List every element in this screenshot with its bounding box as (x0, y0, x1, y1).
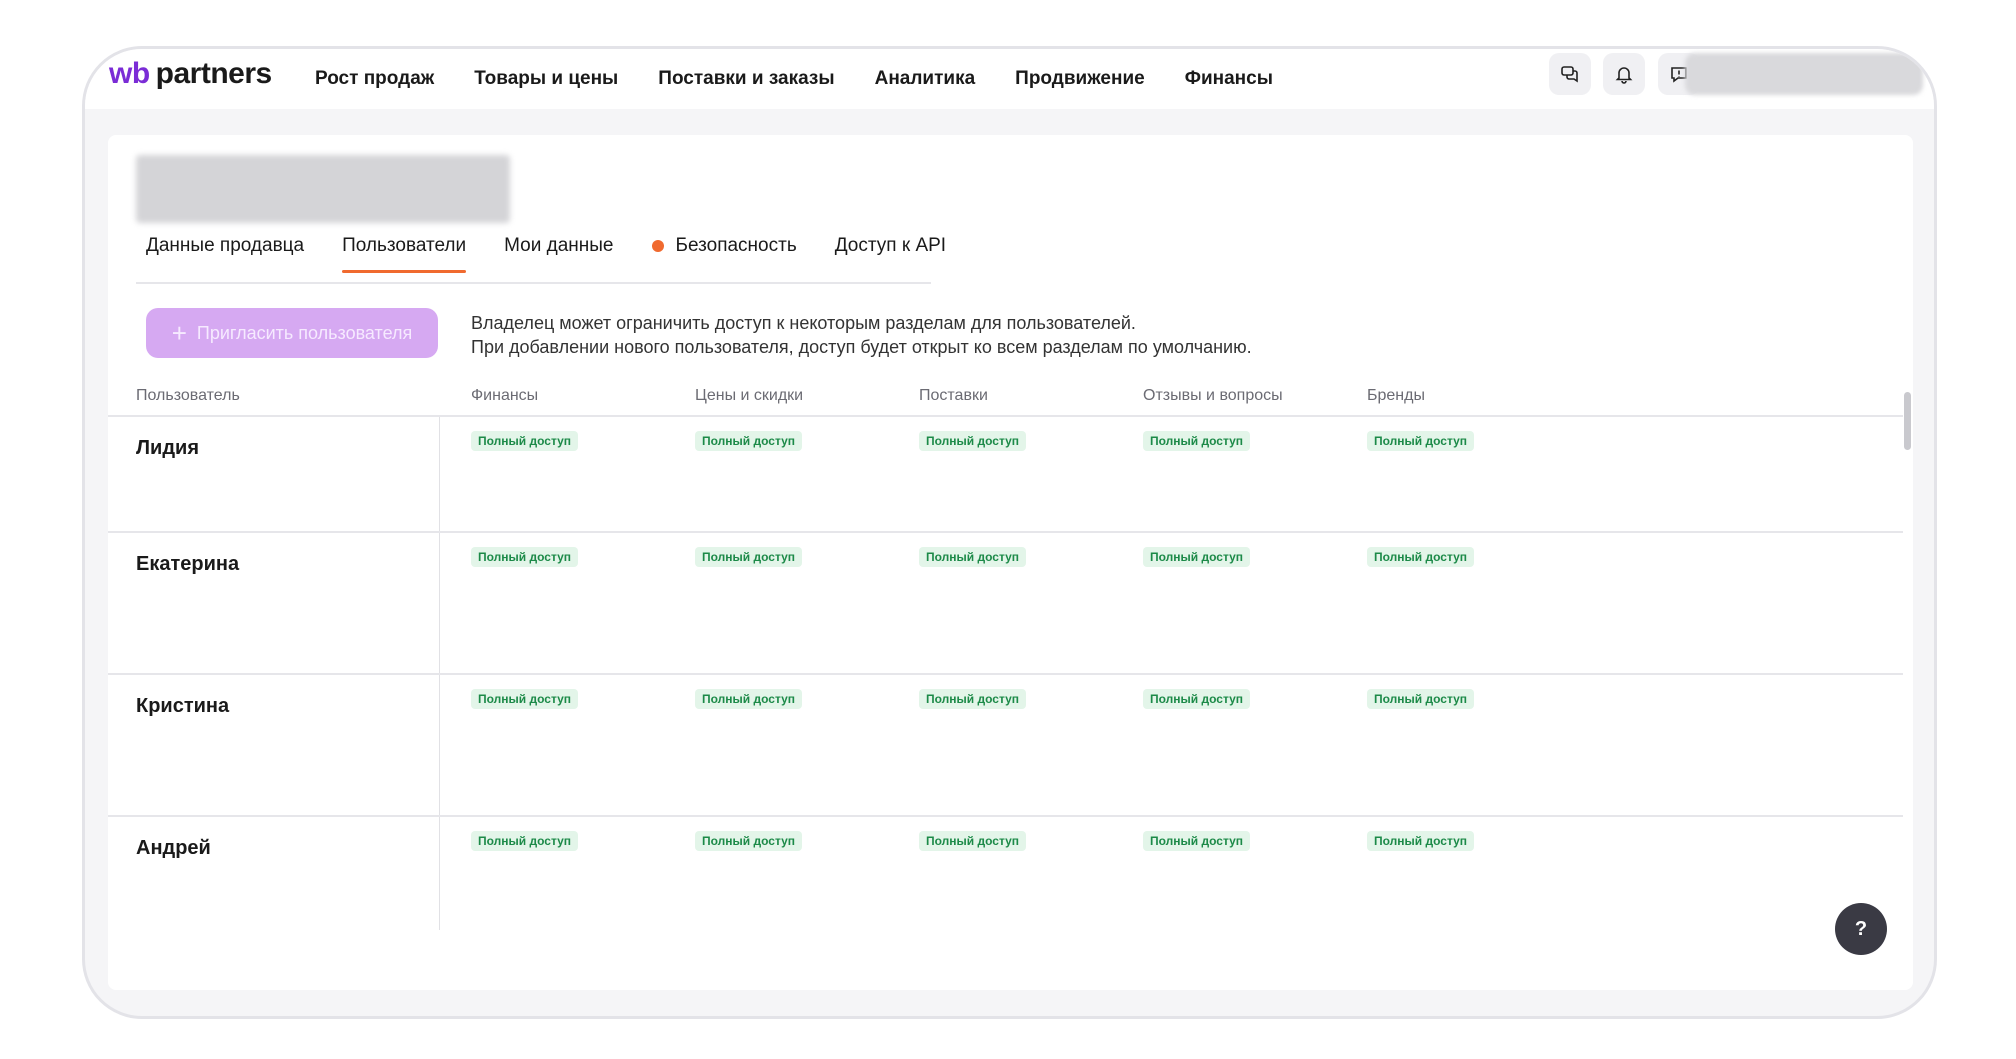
invite-user-button[interactable]: + Пригласить пользователя (146, 308, 438, 358)
account-menu[interactable] (1685, 53, 1923, 95)
nav-sales-growth[interactable]: Рост продаж (315, 68, 434, 90)
column-header-brands: Бренды (1367, 387, 1425, 404)
access-badge: Полный доступ (1143, 689, 1251, 709)
access-badge: Полный доступ (1143, 431, 1251, 451)
plus-icon: + (171, 318, 187, 348)
row-divider (439, 417, 440, 531)
wb-partners-logo[interactable]: wb partners (109, 57, 272, 97)
access-badge: Полный доступ (695, 547, 803, 567)
nav-finance[interactable]: Финансы (1185, 68, 1273, 90)
column-header-finance: Финансы (471, 387, 539, 404)
table-row[interactable]: Лидия Полный доступ Полный доступ Полный… (108, 417, 1903, 533)
access-badge: Полный доступ (695, 831, 803, 851)
table-row[interactable]: Андрей Полный доступ Полный доступ Полны… (108, 817, 1903, 930)
bell-icon (1615, 67, 1633, 84)
user-name: Екатерина (136, 553, 240, 575)
column-header-supplies: Поставки (919, 387, 988, 404)
row-divider (439, 817, 440, 930)
access-badge: Полный доступ (471, 689, 579, 709)
nav-promotion[interactable]: Продвижение (1015, 68, 1145, 90)
alert-dot-icon (651, 240, 664, 252)
row-divider (439, 533, 440, 673)
users-table: Пользователь Финансы Цены и скидки Поста… (108, 365, 1903, 930)
column-header-user: Пользователь (136, 387, 240, 404)
top-navigation-bar: wb partners Рост продаж Товары и цены По… (85, 49, 1934, 109)
help-button[interactable]: ? (1835, 903, 1887, 955)
nav-analytics[interactable]: Аналитика (875, 68, 976, 90)
main-menu: Рост продаж Товары и цены Поставки и зак… (315, 49, 1313, 109)
seller-name-blurred (136, 155, 510, 223)
user-name: Андрей (136, 837, 211, 859)
user-name: Кристина (136, 695, 230, 717)
nav-supplies-orders[interactable]: Поставки и заказы (658, 68, 834, 90)
tab-seller-data[interactable]: Данные продавца (146, 235, 304, 271)
access-badge: Полный доступ (695, 689, 803, 709)
tab-security[interactable]: Безопасность (651, 235, 797, 271)
app-window: wb partners Рост продаж Товары и цены По… (82, 46, 1937, 1019)
tab-users[interactable]: Пользователи (342, 235, 467, 273)
column-header-prices: Цены и скидки (695, 387, 804, 404)
column-header-reviews: Отзывы и вопросы (1143, 387, 1283, 404)
tab-api-access[interactable]: Доступ к API (835, 235, 946, 271)
access-badge: Полный доступ (919, 689, 1027, 709)
access-badge: Полный доступ (1143, 547, 1251, 567)
access-badge: Полный доступ (471, 547, 579, 567)
access-info-text: Владелец может ограничить доступ к некот… (471, 313, 1252, 357)
access-badge: Полный доступ (919, 431, 1027, 451)
access-badge: Полный доступ (1367, 689, 1475, 709)
table-header: Пользователь Финансы Цены и скидки Поста… (108, 365, 1903, 417)
notifications-button[interactable] (1603, 53, 1645, 95)
table-row[interactable]: Екатерина Полный доступ Полный доступ По… (108, 533, 1903, 675)
access-badge: Полный доступ (1367, 547, 1475, 567)
access-badge: Полный доступ (1367, 831, 1475, 851)
chat-button[interactable] (1549, 53, 1591, 95)
nav-products-prices[interactable]: Товары и цены (474, 68, 618, 90)
tab-my-data[interactable]: Мои данные (504, 235, 613, 271)
access-badge: Полный доступ (1143, 831, 1251, 851)
settings-card: Данные продавца Пользователи Мои данные … (108, 135, 1913, 990)
chat-icon (1561, 66, 1578, 83)
row-divider (439, 675, 440, 815)
table-row[interactable]: Кристина Полный доступ Полный доступ Пол… (108, 675, 1903, 817)
access-badge: Полный доступ (1367, 431, 1475, 451)
access-badge: Полный доступ (471, 431, 579, 451)
user-name: Лидия (136, 437, 199, 459)
access-badge: Полный доступ (919, 831, 1027, 851)
access-badge: Полный доступ (695, 431, 803, 451)
access-badge: Полный доступ (919, 547, 1027, 567)
access-badge: Полный доступ (471, 831, 579, 851)
table-scrollbar[interactable] (1904, 392, 1911, 450)
settings-tabs: Данные продавца Пользователи Мои данные … (136, 235, 946, 284)
